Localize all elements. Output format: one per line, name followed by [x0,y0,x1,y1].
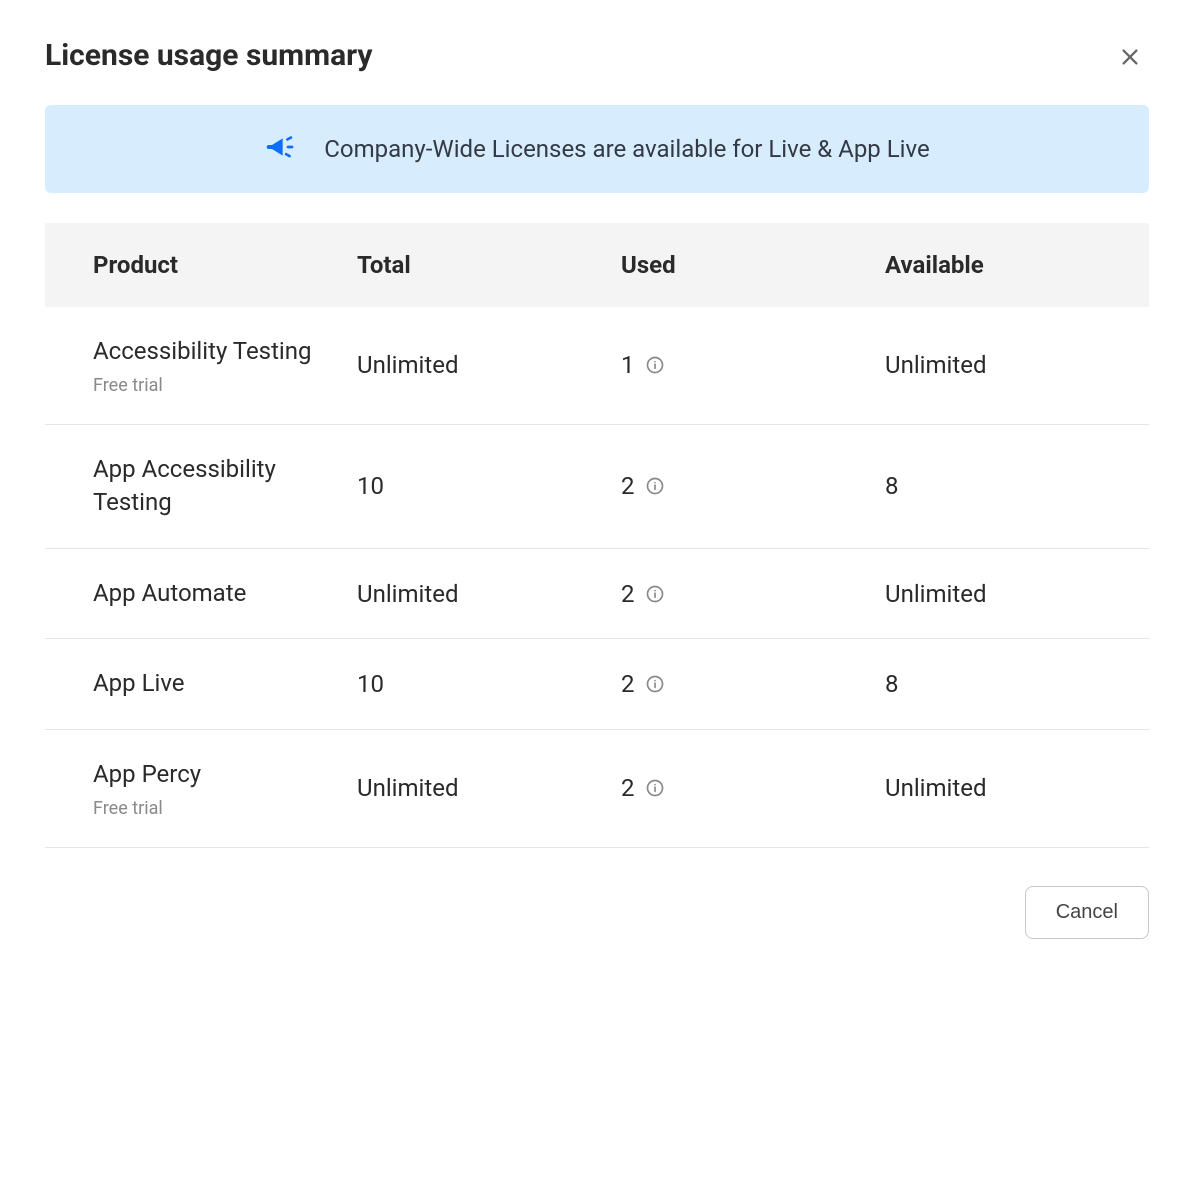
available-cell: Unlimited [885,351,1149,379]
used-value: 2 [621,472,635,500]
banner-text: Company-Wide Licenses are available for … [324,135,929,163]
total-cell: Unlimited [357,351,621,379]
info-banner: Company-Wide Licenses are available for … [45,105,1149,193]
modal-footer: Cancel [45,886,1149,939]
used-cell: 2 [621,580,885,608]
used-value: 2 [621,670,635,698]
info-icon[interactable] [645,674,665,694]
table-row: App PercyFree trialUnlimited2 Unlimited [45,730,1149,848]
modal-header: License usage summary [45,38,1149,73]
column-header-product: Product [93,251,357,279]
info-icon[interactable] [645,476,665,496]
info-icon[interactable] [645,355,665,375]
table-body: Accessibility TestingFree trialUnlimited… [45,307,1149,848]
megaphone-icon [264,133,296,165]
used-cell: 2 [621,472,885,500]
table-row: App Accessibility Testing102 8 [45,425,1149,549]
total-cell: 10 [357,472,621,500]
product-subtitle: Free trial [93,375,357,396]
column-header-total: Total [357,251,621,279]
product-cell: Accessibility Testing Free trial [93,335,357,396]
product-name: App Percy [93,758,357,792]
product-cell: App Live [93,667,357,701]
product-name: App Accessibility Testing [93,453,357,520]
table-row: App AutomateUnlimited2 Unlimited [45,549,1149,640]
used-value: 2 [621,774,635,802]
used-value: 2 [621,580,635,608]
close-button[interactable] [1116,44,1144,72]
license-table: Product Total Used Available Accessibili… [45,223,1149,848]
table-row: App Live102 8 [45,639,1149,730]
used-value: 1 [621,351,635,379]
table-header: Product Total Used Available [45,223,1149,307]
total-cell: Unlimited [357,774,621,802]
close-icon [1119,46,1141,71]
license-usage-modal: License usage summary Company-Wide Licen… [0,0,1194,977]
product-cell: App Percy Free trial [93,758,357,819]
product-name: Accessibility Testing [93,335,357,369]
product-cell: App Accessibility Testing [93,453,357,520]
used-cell: 2 [621,774,885,802]
info-icon[interactable] [645,778,665,798]
available-cell: 8 [885,472,1149,500]
product-subtitle: Free trial [93,798,357,819]
info-icon[interactable] [645,584,665,604]
total-cell: Unlimited [357,580,621,608]
total-cell: 10 [357,670,621,698]
column-header-used: Used [621,251,885,279]
product-name: App Live [93,667,357,701]
available-cell: Unlimited [885,774,1149,802]
cancel-button[interactable]: Cancel [1025,886,1149,939]
column-header-available: Available [885,251,1149,279]
available-cell: Unlimited [885,580,1149,608]
available-cell: 8 [885,670,1149,698]
product-cell: App Automate [93,577,357,611]
used-cell: 2 [621,670,885,698]
modal-title: License usage summary [45,38,373,73]
table-row: Accessibility TestingFree trialUnlimited… [45,307,1149,425]
product-name: App Automate [93,577,357,611]
used-cell: 1 [621,351,885,379]
